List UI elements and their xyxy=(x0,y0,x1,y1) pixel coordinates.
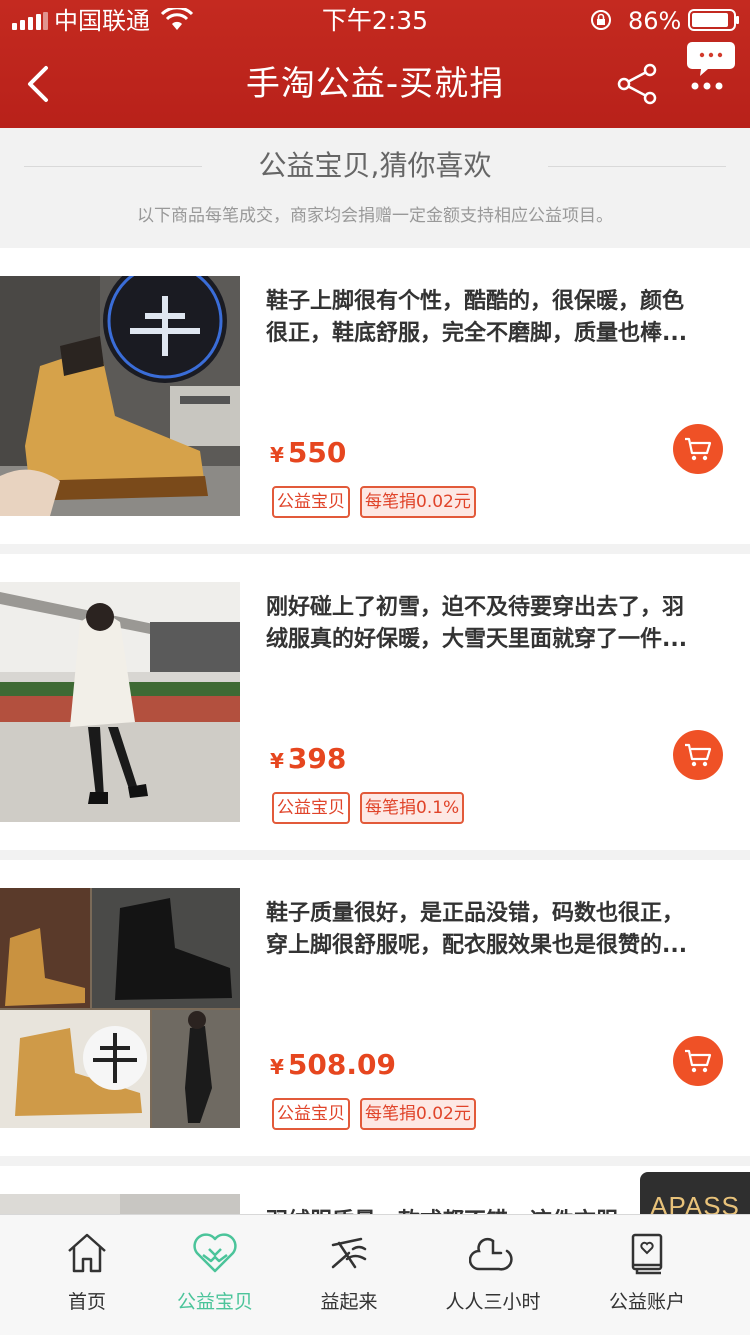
product-card[interactable]: 鞋子质量很好，是正品没错，码数也很正， 穿上脚很舒服呢，配衣服效果也是很赞的..… xyxy=(0,860,750,1156)
product-price: ¥550 xyxy=(270,436,346,469)
tab-charity-account[interactable]: 公益账户 xyxy=(560,1215,734,1335)
add-to-cart-button[interactable] xyxy=(673,1036,723,1086)
product-tags: 公益宝贝 每笔捐0.1% xyxy=(272,792,474,824)
product-tags: 公益宝贝 每笔捐0.02元 xyxy=(272,486,486,518)
description-line: 鞋子上脚很有个性，酷酷的，很保暖，颜色 xyxy=(266,289,685,314)
donation-tag: 每笔捐0.02元 xyxy=(360,486,476,518)
heart-hands-icon xyxy=(193,1233,237,1273)
currency-symbol: ¥ xyxy=(270,443,284,467)
account-book-icon xyxy=(631,1233,663,1275)
price-value: 550 xyxy=(287,436,347,469)
product-card[interactable]: 刚好碰上了初雪，迫不及待要穿出去了，羽 绒服真的好保暖，大雪天里面就穿了一件..… xyxy=(0,554,750,850)
tab-label: 人人三小时 xyxy=(445,1291,541,1313)
rotation-lock-icon xyxy=(591,10,611,30)
product-image-boots-collage[interactable] xyxy=(0,888,240,1128)
description-line: 刚好碰上了初雪，迫不及待要穿出去了，羽 xyxy=(266,595,685,620)
price-value: 398 xyxy=(287,742,347,775)
cart-icon xyxy=(685,437,712,461)
battery-percent: 86% xyxy=(628,7,682,35)
status-bar: 中国联通 下午2:35 86% xyxy=(0,0,750,40)
charity-tag: 公益宝贝 xyxy=(272,486,350,518)
product-image-boot[interactable] xyxy=(0,276,240,516)
app-header: 中国联通 下午2:35 86% 手淘公益-买就捐 xyxy=(0,0,750,128)
section-subtitle: 以下商品每笔成交，商家均会捐赠一定金额支持相应公益项目。 xyxy=(137,206,613,226)
product-price: ¥398 xyxy=(270,742,346,775)
nav-bar: 手淘公益-买就捐 xyxy=(0,40,750,128)
message-bubble-icon[interactable] xyxy=(686,40,736,78)
tab-three-hours[interactable]: 人人三小时 xyxy=(406,1215,580,1335)
description-line: 很正，鞋底舒服，完全不磨脚，质量也棒... xyxy=(266,321,688,346)
section-heading: 公益宝贝,猜你喜欢 以下商品每笔成交，商家均会捐赠一定金额支持相应公益项目。 xyxy=(0,128,750,248)
cart-icon xyxy=(685,743,712,767)
product-description[interactable]: 鞋子上脚很有个性，酷酷的，很保暖，颜色 很正，鞋底舒服，完全不磨脚，质量也棒..… xyxy=(266,286,726,350)
product-image-partial[interactable] xyxy=(0,1194,240,1216)
donation-tag: 每笔捐0.1% xyxy=(360,792,465,824)
product-tags: 公益宝贝 每笔捐0.02元 xyxy=(272,1098,486,1130)
cart-icon xyxy=(685,1049,712,1073)
more-dots-icon[interactable] xyxy=(690,76,724,96)
share-icon[interactable] xyxy=(614,60,662,108)
battery-icon xyxy=(688,9,739,31)
product-price: ¥508.09 xyxy=(270,1048,396,1081)
product-card[interactable]: 羽绒服质量，款式都不错，这件衣服 xyxy=(0,1166,750,1216)
add-to-cart-button[interactable] xyxy=(673,730,723,780)
clock-heart-icon xyxy=(469,1237,513,1271)
tab-label: 公益账户 xyxy=(608,1291,685,1313)
price-value: 508.09 xyxy=(287,1048,396,1081)
description-line: 绒服真的好保暖，大雪天里面就穿了一件... xyxy=(266,627,688,652)
donation-tag: 每笔捐0.02元 xyxy=(360,1098,476,1130)
product-description[interactable]: 鞋子质量很好，是正品没错，码数也很正， 穿上脚很舒服呢，配衣服效果也是很赞的..… xyxy=(266,898,726,962)
signature-icon xyxy=(331,1237,367,1269)
currency-symbol: ¥ xyxy=(270,749,284,773)
product-image-jacket[interactable] xyxy=(0,582,240,822)
description-line: 穿上脚很舒服呢，配衣服效果也是很赞的... xyxy=(266,933,688,958)
description-line: 鞋子质量很好，是正品没错，码数也很正， xyxy=(266,901,685,926)
charity-tag: 公益宝贝 xyxy=(272,792,350,824)
currency-symbol: ¥ xyxy=(270,1055,284,1079)
bottom-tab-bar: 首页 公益宝贝 益起来 人人三小时 公益账户 xyxy=(0,1214,750,1335)
home-icon xyxy=(68,1233,106,1273)
add-to-cart-button[interactable] xyxy=(673,424,723,474)
product-description[interactable]: 刚好碰上了初雪，迫不及待要穿出去了，羽 绒服真的好保暖，大雪天里面就穿了一件..… xyxy=(266,592,726,656)
section-title: 公益宝贝,猜你喜欢 xyxy=(258,149,492,182)
charity-tag: 公益宝贝 xyxy=(272,1098,350,1130)
product-card[interactable]: 鞋子上脚很有个性，酷酷的，很保暖，颜色 很正，鞋底舒服，完全不磨脚，质量也棒..… xyxy=(0,248,750,544)
